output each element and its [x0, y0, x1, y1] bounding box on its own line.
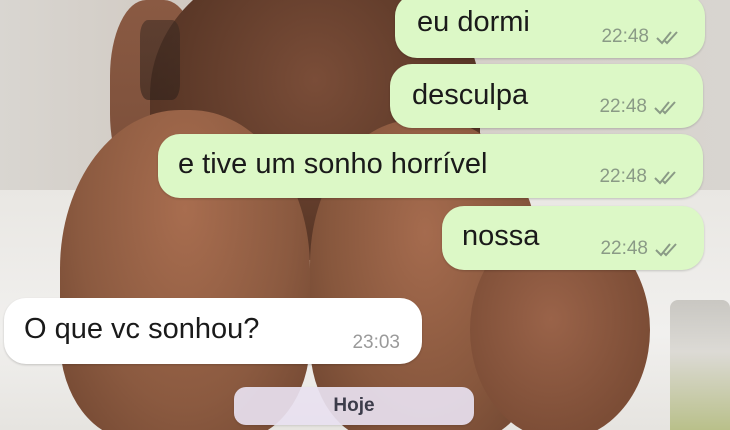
chat-screen: eu dormi 22:48 desculpa 22:48 e tive um … — [0, 0, 730, 430]
message-bubble-outgoing[interactable]: e tive um sonho horrível 22:48 — [158, 134, 703, 198]
double-check-icon — [654, 101, 676, 115]
double-check-icon — [654, 171, 676, 185]
message-text: e tive um sonho horrível — [178, 147, 488, 180]
date-separator: Hoje — [234, 387, 474, 425]
message-time: 22:48 — [600, 238, 648, 259]
message-time: 22:48 — [599, 96, 647, 117]
message-meta: 22:48 — [599, 166, 681, 188]
double-check-icon — [656, 31, 678, 45]
message-time: 22:48 — [601, 26, 649, 47]
message-bubble-outgoing[interactable]: eu dormi 22:48 — [395, 0, 705, 58]
double-check-icon — [655, 243, 677, 257]
message-time: 23:03 — [352, 332, 400, 353]
message-bubble-incoming[interactable]: O que vc sonhou? 23:03 — [4, 298, 422, 364]
message-meta: 23:03 — [352, 332, 400, 354]
message-bubble-outgoing[interactable]: desculpa 22:48 — [390, 64, 703, 128]
background-bottle — [670, 300, 730, 430]
message-bubble-outgoing[interactable]: nossa 22:48 — [442, 206, 704, 270]
message-text: nossa — [462, 219, 540, 252]
message-text: desculpa — [412, 78, 529, 111]
message-meta: 22:48 — [601, 26, 683, 48]
date-separator-label: Hoje — [333, 395, 375, 416]
background-tattoo — [140, 20, 180, 100]
message-meta: 22:48 — [599, 96, 681, 118]
message-text: eu dormi — [417, 5, 530, 38]
message-time: 22:48 — [599, 166, 647, 187]
message-meta: 22:48 — [600, 238, 682, 260]
message-text: O que vc sonhou? — [24, 312, 260, 345]
